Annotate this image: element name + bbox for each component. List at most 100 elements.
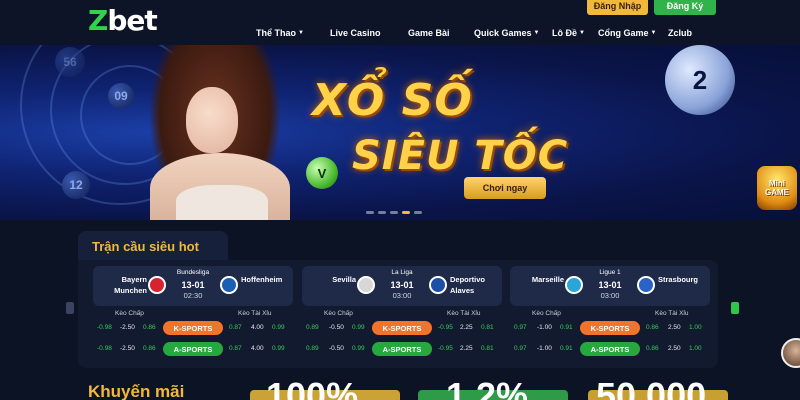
odds-row: -0.98 -2.50 0.86 A-SPORTS 0.87 4.00 0.99	[93, 342, 293, 356]
match-header: Sevilla La Liga 13-01 03:00 Deportivo Alaves	[302, 266, 502, 306]
odds-value[interactable]: 1.00	[689, 324, 702, 331]
odds-row: 0.89 -0.50 0.99 A-SPORTS -0.95 2.25 0.81	[302, 342, 502, 356]
odds-value[interactable]: 0.86	[646, 324, 659, 331]
k-sports-badge[interactable]: K-SPORTS	[163, 321, 223, 335]
nav-item-label: Cổng Game	[598, 28, 649, 38]
match-header: Bayern Munchen Bundesliga 13-01 02:30 Hoffen…	[93, 266, 293, 306]
odds-value[interactable]: -0.50	[329, 324, 344, 331]
handicap-label: Kèo Chấp	[532, 310, 561, 317]
match-card[interactable]: Bayern Munchen Bundesliga 13-01 02:30 Hoffen…	[93, 266, 293, 362]
play-now-button[interactable]: Chơi ngay	[464, 177, 546, 199]
a-sports-badge[interactable]: A-SPORTS	[163, 342, 223, 356]
odds-value[interactable]: -0.98	[97, 324, 112, 331]
odds-value[interactable]: -1.00	[537, 345, 552, 352]
nav-item-5[interactable]: Cổng Game ▼	[598, 25, 668, 41]
odds-value[interactable]: -0.95	[438, 324, 453, 331]
carousel-dots	[366, 211, 422, 214]
lottery-ball: 09	[108, 83, 134, 109]
home-team: Sevilla	[332, 275, 356, 284]
odds-value[interactable]: 0.87	[229, 345, 242, 352]
page: Zbet Đăng Nhập Đăng Ký Thể Thao ▼ Live Cas…	[0, 0, 800, 400]
away-team: Hoffenheim	[241, 275, 283, 284]
chevron-down-icon: ▼	[298, 30, 304, 36]
odds-value[interactable]: -2.50	[120, 324, 135, 331]
match-date: 13-01	[181, 280, 205, 290]
odds-value[interactable]: 0.86	[143, 345, 156, 352]
login-button[interactable]: Đăng Nhập	[587, 0, 648, 15]
odds-value[interactable]: -2.50	[120, 345, 135, 352]
odds-value[interactable]: -1.00	[537, 324, 552, 331]
odds-value[interactable]: 4.00	[251, 345, 264, 352]
match-time: 03:00	[392, 291, 412, 300]
nav-item-4[interactable]: Lô Đề ▼	[552, 25, 598, 41]
prev-arrow-icon[interactable]	[66, 302, 74, 314]
carousel-dot[interactable]	[390, 211, 398, 214]
odds-value[interactable]: 4.00	[251, 324, 264, 331]
odds-value[interactable]: 0.81	[481, 345, 494, 352]
lottery-ball: V	[306, 157, 338, 189]
odds-value[interactable]: 2.50	[668, 324, 681, 331]
match-time: 03:00	[600, 291, 620, 300]
nav-item-label: Quick Games	[474, 28, 532, 38]
away-team: Deportivo Alaves	[450, 275, 486, 295]
model-image	[176, 185, 268, 220]
carousel-dot[interactable]	[378, 211, 386, 214]
a-sports-badge[interactable]: A-SPORTS	[580, 342, 640, 356]
odds-value[interactable]: 0.99	[272, 324, 285, 331]
nav-item-6[interactable]: Zclub	[668, 25, 708, 41]
support-avatar[interactable]	[781, 338, 800, 368]
odds-value[interactable]: 0.89	[306, 324, 319, 331]
top-bar: Zbet Đăng Nhập Đăng Ký Thể Thao ▼ Live Cas…	[0, 0, 800, 45]
nav-item-3[interactable]: Quick Games ▼	[474, 25, 552, 41]
mini-game-label: GAME	[765, 188, 789, 197]
odds-value[interactable]: 0.99	[352, 324, 365, 331]
k-sports-badge[interactable]: K-SPORTS	[580, 321, 640, 335]
nav-item-1[interactable]: Live Casino	[330, 25, 408, 41]
carousel-dot[interactable]	[366, 211, 374, 214]
a-sports-badge[interactable]: A-SPORTS	[372, 342, 432, 356]
home-team: Bayern Munchen	[114, 275, 147, 295]
odds-row: 0.97 -1.00 0.91 K-SPORTS 0.86 2.50 1.00	[510, 321, 710, 335]
mini-game-button[interactable]: Mini GAME	[757, 166, 797, 210]
odds-value[interactable]: 0.99	[272, 345, 285, 352]
promo-value: 50.000	[596, 376, 707, 400]
lottery-ball: 12	[62, 171, 90, 199]
promo-value: 1,2%	[446, 375, 529, 400]
odds-value[interactable]: 0.99	[352, 345, 365, 352]
odds-value[interactable]: 0.97	[514, 345, 527, 352]
register-button[interactable]: Đăng Ký	[654, 0, 716, 15]
carousel-dot[interactable]	[402, 211, 410, 214]
odds-value[interactable]: 0.97	[514, 324, 527, 331]
match-card[interactable]: Sevilla La Liga 13-01 03:00 Deportivo Alaves…	[302, 266, 502, 362]
chevron-down-icon: ▼	[650, 30, 657, 36]
match-card[interactable]: Marseille Ligue 1 13-01 03:00 Strasbourg Kèo …	[510, 266, 710, 362]
match-date: 13-01	[598, 280, 622, 290]
odds-value[interactable]: 0.89	[306, 345, 319, 352]
hero-banner[interactable]: 56 09 12 2 V XỔ SỐ SIÊU TỐC Chơi ngay	[0, 45, 800, 220]
odds-value[interactable]: 2.25	[460, 324, 473, 331]
odds-value[interactable]: 0.91	[560, 345, 573, 352]
odds-value[interactable]: -0.50	[329, 345, 344, 352]
odds-value[interactable]: 0.86	[646, 345, 659, 352]
lottery-ball: 56	[55, 47, 85, 77]
nav-item-label: Game Bài	[408, 28, 450, 38]
odds-row: 0.89 -0.50 0.99 K-SPORTS -0.95 2.25 0.81	[302, 321, 502, 335]
odds-value[interactable]: 1.00	[689, 345, 702, 352]
next-arrow-icon[interactable]	[731, 302, 739, 314]
odds-value[interactable]: 0.81	[481, 324, 494, 331]
odds-value[interactable]: -0.95	[438, 345, 453, 352]
odds-value[interactable]: -0.98	[97, 345, 112, 352]
k-sports-badge[interactable]: K-SPORTS	[372, 321, 432, 335]
away-crest-icon	[220, 276, 238, 294]
odds-value[interactable]: 0.87	[229, 324, 242, 331]
carousel-dot[interactable]	[414, 211, 422, 214]
league-name: Bundesliga	[176, 269, 210, 276]
match-header: Marseille Ligue 1 13-01 03:00 Strasbourg	[510, 266, 710, 306]
logo[interactable]: Zbet	[88, 4, 158, 37]
odds-value[interactable]: 0.86	[143, 324, 156, 331]
nav-item-0[interactable]: Thể Thao ▼	[256, 25, 330, 41]
odds-value[interactable]: 2.50	[668, 345, 681, 352]
odds-value[interactable]: 2.25	[460, 345, 473, 352]
nav-item-2[interactable]: Game Bài	[408, 25, 474, 41]
odds-value[interactable]: 0.91	[560, 324, 573, 331]
